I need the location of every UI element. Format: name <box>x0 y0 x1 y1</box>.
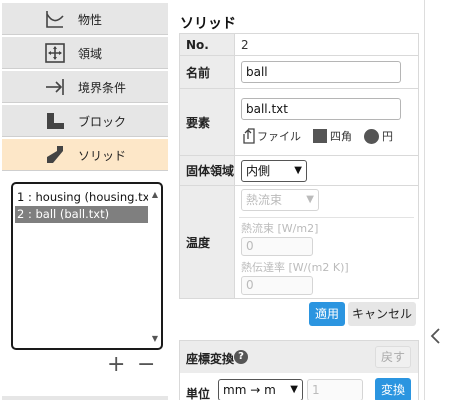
revert-button: 戻す <box>375 346 411 368</box>
circle-button[interactable]: 円 <box>364 128 393 144</box>
no-label: No. <box>179 33 235 56</box>
nav-item-boundary[interactable]: 境界条件 <box>2 71 168 103</box>
divider <box>239 217 414 218</box>
material-curve-icon <box>46 11 64 28</box>
chevron-down-icon: ▼ <box>306 194 314 205</box>
heat-transfer-input: 0 <box>241 276 313 295</box>
solid-region-value: 内側 <box>246 163 271 178</box>
circle-label: 円 <box>382 130 393 143</box>
file-label: ファイル <box>257 130 301 143</box>
scroll-up-arrow-icon[interactable]: ▲ <box>150 190 160 200</box>
solid-listbox[interactable]: 1 : housing (housing.txt) 2 : ball (ball… <box>11 182 163 350</box>
temperature-label: 温度 <box>179 185 235 299</box>
convert-button[interactable]: 変換 <box>375 378 411 400</box>
unit-label: 単位 <box>186 387 211 400</box>
element-input[interactable]: ball.txt <box>241 98 401 120</box>
coordinate-transform-title: 座標変換 <box>186 352 235 366</box>
name-label: 名前 <box>179 55 235 89</box>
element-label: 要素 <box>179 88 235 156</box>
panel-title: ソリッド <box>180 16 236 32</box>
sidebar: 物性 領域 境界条件 ブロック ソリッド 1 : housing (housin… <box>0 0 170 400</box>
domain-move-icon <box>45 43 65 63</box>
list-item[interactable]: 1 : housing (housing.txt) <box>15 189 148 206</box>
heat-transfer-label: 熱伝達率 [W/(m2 K)] <box>241 261 349 274</box>
heat-flux-label: 熱流束 [W/m2] <box>241 222 319 235</box>
heat-flux-select-value: 熱流束 <box>246 193 283 207</box>
cancel-button[interactable]: キャンセル <box>348 302 416 326</box>
nav-label-material: 物性 <box>78 13 103 27</box>
scroll-down-arrow-icon[interactable]: ▼ <box>150 334 160 344</box>
nav-item-material[interactable]: 物性 <box>2 3 168 35</box>
unit-select[interactable]: mm → m ▼ <box>218 379 303 400</box>
chevron-down-icon: ▼ <box>290 384 298 395</box>
block-icon <box>47 113 64 129</box>
nav-item-domain[interactable]: 領域 <box>2 37 168 69</box>
element-actions: ファイル 四角 円 <box>241 126 418 146</box>
solid-region-label: 固体領域 <box>179 155 235 186</box>
circle-icon <box>364 128 379 144</box>
nav-label-solid: ソリッド <box>78 149 127 163</box>
add-button[interactable]: + <box>107 354 125 376</box>
heat-flux-select: 熱流束 ▼ <box>241 189 319 211</box>
sidebar-bottom-strip <box>2 396 168 400</box>
solid-properties-table: No. 2 名前 ball 要素 ball.txt ファイル 四角 円 固体領域… <box>179 33 419 299</box>
help-icon[interactable]: ? <box>234 350 248 364</box>
unit-factor-input: 1 <box>307 379 363 400</box>
heat-flux-input: 0 <box>241 237 313 256</box>
square-label: 四角 <box>330 130 352 143</box>
remove-button[interactable]: − <box>137 354 155 376</box>
square-button[interactable]: 四角 <box>313 128 352 144</box>
unit-value: mm → m <box>223 383 276 397</box>
solid-region-select[interactable]: 内側 ▼ <box>241 159 307 182</box>
nav-label-domain: 領域 <box>78 47 103 61</box>
nav-label-boundary: 境界条件 <box>78 81 127 95</box>
chevron-down-icon: ▼ <box>294 164 302 176</box>
name-input[interactable]: ball <box>241 61 401 83</box>
file-button[interactable]: ファイル <box>241 127 301 145</box>
no-value: 2 <box>234 33 419 56</box>
list-item-selected[interactable]: 2 : ball (ball.txt) <box>15 206 148 223</box>
nav-item-solid[interactable]: ソリッド <box>2 139 168 171</box>
nav-label-block: ブロック <box>78 115 127 129</box>
nav-item-block[interactable]: ブロック <box>2 105 168 137</box>
coordinate-transform-section: 座標変換 ? 戻す 単位 mm → m ▼ 1 変換 <box>179 340 419 400</box>
square-icon <box>313 129 327 143</box>
file-upload-icon <box>243 128 255 144</box>
chevron-left-icon[interactable] <box>427 325 445 347</box>
boundary-arrow-icon <box>46 79 64 95</box>
solid-shape-icon <box>47 146 63 163</box>
panel-divider <box>424 0 425 400</box>
apply-button[interactable]: 適用 <box>309 302 345 326</box>
